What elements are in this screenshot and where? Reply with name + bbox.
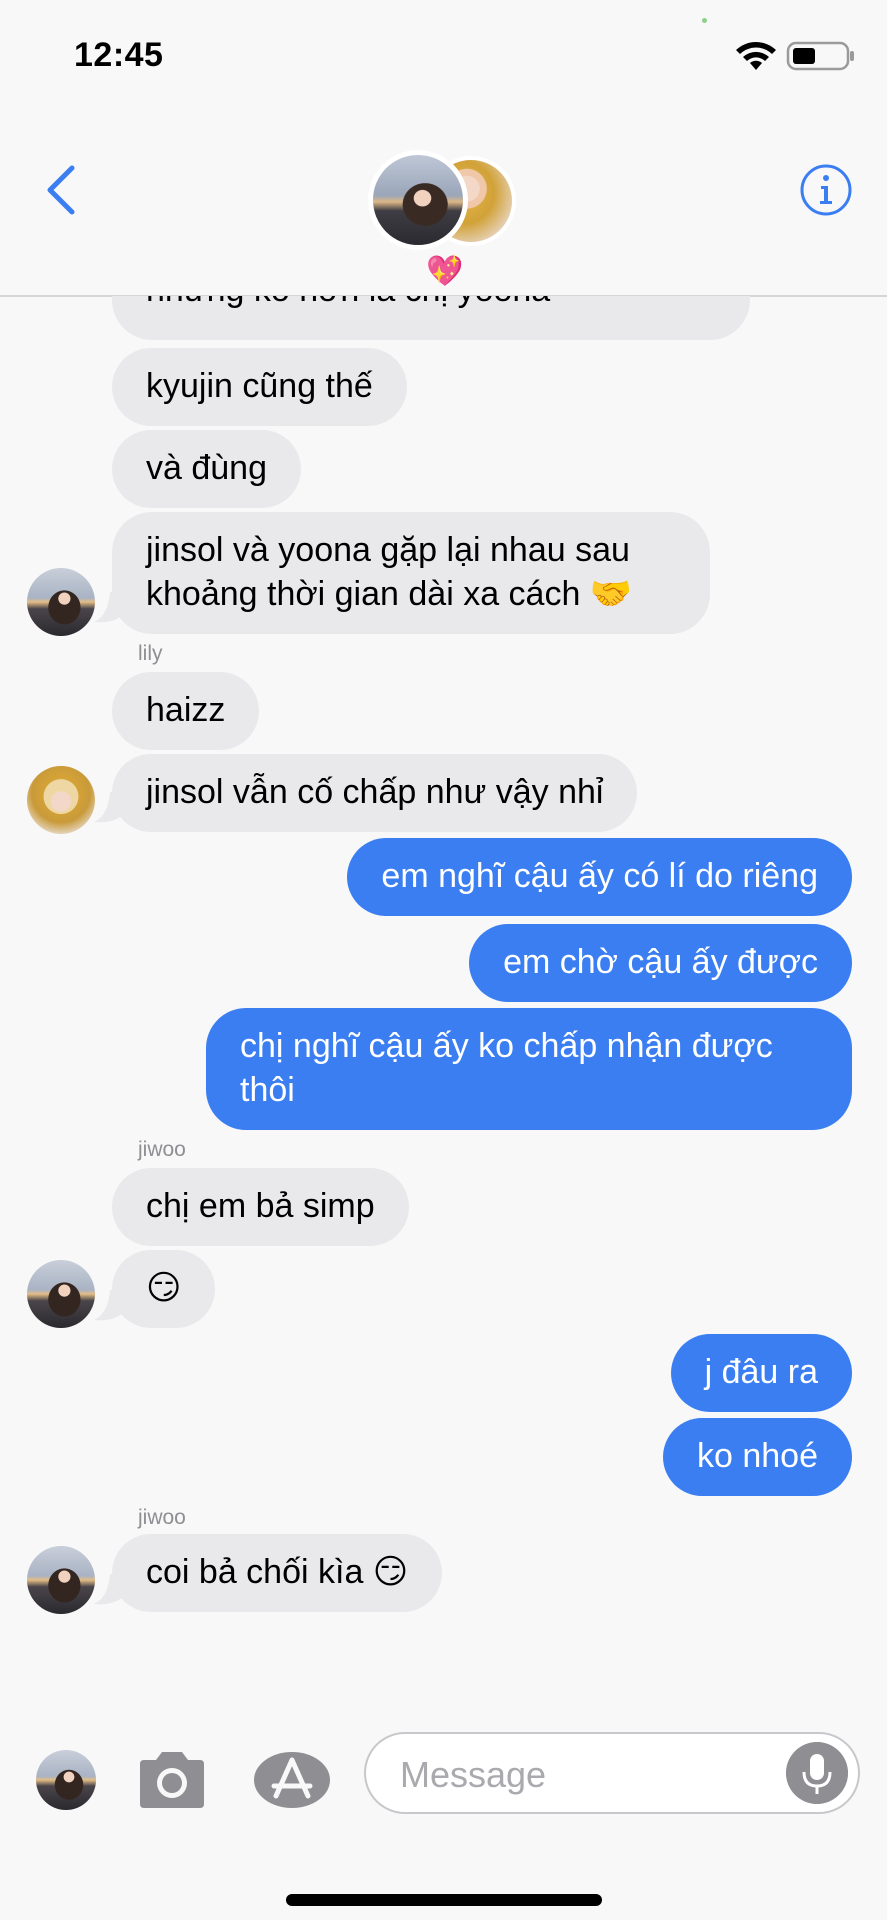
sender-name: jiwoo	[138, 1506, 186, 1529]
message-list[interactable]: nhưng ko hơn là chị yoona kyujin cũng th…	[0, 296, 887, 1716]
message-input[interactable]: Message	[364, 1732, 860, 1814]
message-text: em chờ cậu ấy được	[503, 943, 818, 981]
message-bubble-incoming[interactable]: coi bả chối kìa 😏	[112, 1534, 443, 1612]
message-bubble-incoming[interactable]: jinsol và yoona gặp lại nhau sau khoảng …	[112, 512, 710, 634]
memoji-avatar-button[interactable]	[36, 1750, 96, 1810]
group-avatars[interactable]	[368, 150, 518, 250]
avatar-jiwoo[interactable]	[27, 1260, 95, 1328]
status-time: 12:45	[74, 36, 164, 74]
message-bubble-incoming[interactable]: nhưng ko hơn là chị yoona	[112, 296, 750, 340]
message-text: nhưng ko hơn là chị yoona	[146, 296, 550, 309]
message-bubble-outgoing[interactable]: em chờ cậu ấy được	[469, 924, 852, 1002]
message-bubble-outgoing[interactable]: em nghĩ cậu ấy có lí do riêng	[347, 838, 852, 916]
message-text: chị em bả simp	[146, 1187, 375, 1225]
camera-icon[interactable]	[134, 1748, 210, 1812]
message-bubble-outgoing[interactable]: j đâu ra	[670, 1334, 852, 1412]
avatar-jiwoo[interactable]	[27, 1546, 95, 1614]
microphone-icon[interactable]	[786, 1742, 848, 1804]
group-avatar-jiwoo	[368, 150, 468, 250]
message-text: ko nhoé	[697, 1437, 818, 1475]
message-text: 😏	[146, 1269, 182, 1307]
message-text: coi bả chối kìa 😏	[146, 1553, 409, 1591]
avatar-lily[interactable]	[27, 766, 95, 834]
message-bubble-outgoing[interactable]: ko nhoé	[663, 1418, 852, 1496]
message-placeholder: Message	[400, 1754, 547, 1795]
battery-icon	[786, 41, 854, 71]
conversation-header: 💖	[0, 110, 887, 297]
home-indicator[interactable]	[286, 1894, 602, 1906]
message-text: em nghĩ cậu ấy có lí do riêng	[381, 857, 818, 895]
message-text: haizz	[146, 691, 226, 729]
message-text: jinsol vẫn cố chấp như vậy nhỉ	[146, 773, 604, 811]
info-icon[interactable]	[798, 162, 854, 218]
sender-name: jiwoo	[138, 1138, 186, 1161]
message-bubble-incoming[interactable]: chị em bả simp	[112, 1168, 409, 1246]
message-bubble-incoming[interactable]: jinsol vẫn cố chấp như vậy nhỉ	[112, 754, 638, 832]
appstore-icon[interactable]	[252, 1748, 332, 1812]
sender-name: lily	[138, 642, 163, 665]
message-bubble-incoming[interactable]: và đùng	[112, 430, 301, 508]
back-chevron-icon[interactable]	[40, 160, 84, 220]
status-bar: 12:45	[0, 0, 887, 110]
message-text: jinsol và yoona gặp lại nhau sau khoảng …	[146, 531, 633, 613]
message-text: kyujin cũng thế	[146, 367, 373, 405]
message-text: chị nghĩ cậu ấy ko chấp nhận được thôi	[240, 1027, 773, 1109]
message-bubble-incoming[interactable]: kyujin cũng thế	[112, 348, 407, 426]
privacy-indicator-dot	[702, 18, 707, 23]
compose-bar: Message	[0, 1716, 887, 1920]
avatar-jiwoo[interactable]	[27, 568, 95, 636]
message-bubble-incoming[interactable]: haizz	[112, 672, 260, 750]
wifi-icon	[736, 42, 776, 70]
message-text: j đâu ra	[704, 1353, 818, 1391]
message-bubble-outgoing[interactable]: chị nghĩ cậu ấy ko chấp nhận được thôi	[206, 1008, 852, 1130]
message-text: và đùng	[146, 449, 267, 487]
message-bubble-incoming[interactable]: 😏	[112, 1250, 216, 1328]
group-name-emoji[interactable]: 💖	[426, 257, 463, 287]
